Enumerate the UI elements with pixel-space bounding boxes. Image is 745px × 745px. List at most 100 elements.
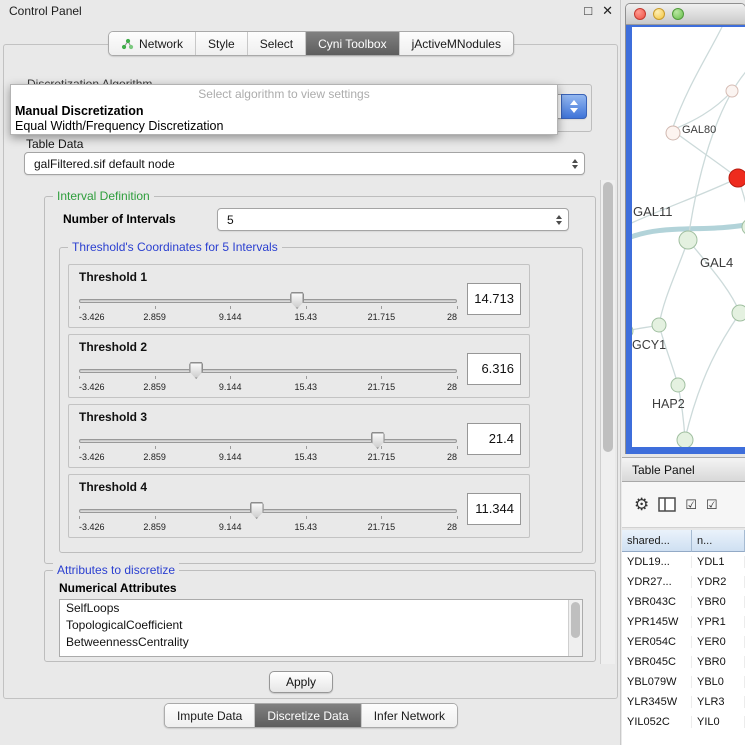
- network-node[interactable]: [632, 324, 633, 338]
- network-node[interactable]: [732, 305, 745, 321]
- slider-track[interactable]: [79, 369, 457, 373]
- numerical-attributes-list[interactable]: SelfLoops TopologicalCoefficient Between…: [59, 599, 583, 657]
- table-data-combobox[interactable]: galFiltered.sif default node: [24, 152, 585, 175]
- slider-thumb[interactable]: [250, 502, 264, 519]
- panel-splitter[interactable]: [620, 0, 621, 745]
- table-cell[interactable]: YDL1: [692, 556, 745, 568]
- scrollbar-thumb[interactable]: [603, 182, 613, 452]
- columns-icon[interactable]: [658, 497, 676, 512]
- table-cell[interactable]: YLR3: [692, 696, 745, 708]
- network-edge: [672, 130, 738, 178]
- threshold-3-slider[interactable]: -3.426 2.859 9.144 15.43 21.715 28: [79, 429, 457, 467]
- network-node-selected[interactable]: [729, 169, 745, 187]
- table-cell[interactable]: YDR2: [692, 576, 745, 588]
- threshold-value-input[interactable]: 11.344: [467, 493, 521, 525]
- table-row[interactable]: YBL079WYBL0: [622, 672, 745, 692]
- scrollbar-thumb[interactable]: [571, 602, 580, 638]
- table-row[interactable]: YDL19...YDL1: [622, 552, 745, 572]
- table-cell[interactable]: YBL079W: [622, 676, 692, 688]
- network-node[interactable]: [726, 85, 738, 97]
- menu-item-manual-discretization[interactable]: Manual Discretization: [11, 104, 557, 119]
- table-row[interactable]: YER054CYER0: [622, 632, 745, 652]
- threshold-4-slider[interactable]: -3.426 2.859 9.144 15.43 21.715 28: [79, 499, 457, 537]
- tick-mark: [155, 516, 156, 519]
- threshold-4-panel: Threshold 4 -3.426 2.859 9.144 15.43 21.…: [68, 474, 530, 538]
- table-cell[interactable]: YDL19...: [622, 556, 692, 568]
- tick-mark: [230, 376, 231, 379]
- table-cell[interactable]: YLR345W: [622, 696, 692, 708]
- panel-scrollbar[interactable]: [600, 180, 615, 664]
- network-node[interactable]: [671, 378, 685, 392]
- network-canvas[interactable]: GAL80 GAL11 GAL4 GCY1 HAP2: [632, 27, 745, 447]
- table-cell[interactable]: YBL0: [692, 676, 745, 688]
- threshold-value-input[interactable]: 6.316: [467, 353, 521, 385]
- network-node[interactable]: [666, 126, 680, 140]
- combo-stepper-icon[interactable]: [561, 94, 587, 119]
- network-node[interactable]: [679, 231, 697, 249]
- table-cell[interactable]: YIL0: [692, 716, 745, 728]
- tab-discretize-data[interactable]: Discretize Data: [255, 704, 361, 727]
- list-item[interactable]: SelfLoops: [60, 600, 582, 617]
- threshold-value-input[interactable]: 21.4: [467, 423, 521, 455]
- table-cell[interactable]: YBR0: [692, 656, 745, 668]
- slider-track[interactable]: [79, 509, 457, 513]
- float-panel-icon[interactable]: □: [584, 3, 592, 19]
- slider-track[interactable]: [79, 439, 457, 443]
- table-cell[interactable]: YER054C: [622, 636, 692, 648]
- zoom-window-icon[interactable]: [672, 8, 684, 20]
- slider-thumb[interactable]: [189, 362, 203, 379]
- table-cell[interactable]: YER0: [692, 636, 745, 648]
- table-row[interactable]: YBR045CYBR0: [622, 652, 745, 672]
- table-data-label: Table Data: [26, 137, 83, 151]
- table-cell[interactable]: YPR145W: [622, 616, 692, 628]
- table-row[interactable]: YPR145WYPR1: [622, 612, 745, 632]
- threshold-value-input[interactable]: 14.713: [467, 283, 521, 315]
- close-panel-icon[interactable]: ✕: [602, 3, 613, 19]
- tab-infer-network[interactable]: Infer Network: [362, 704, 457, 727]
- table-row[interactable]: YIL052CYIL0: [622, 712, 745, 732]
- table-row[interactable]: YLR345WYLR3: [622, 692, 745, 712]
- scale-label: 9.144: [219, 452, 242, 462]
- table-cell[interactable]: YIL052C: [622, 716, 692, 728]
- arrow-up-icon: [570, 100, 578, 105]
- tab-jactivemnodules[interactable]: jActiveMNodules: [400, 32, 513, 55]
- gear-icon[interactable]: ⚙: [634, 496, 649, 513]
- number-of-intervals-combobox[interactable]: 5: [217, 208, 569, 231]
- menu-item-equal-width-frequency[interactable]: Equal Width/Frequency Discretization: [11, 119, 557, 134]
- network-window-titlebar[interactable]: [626, 4, 745, 25]
- slider-thumb[interactable]: [371, 432, 385, 449]
- select-rows-checkbox-icon[interactable]: ☑: [706, 498, 718, 511]
- table-cell[interactable]: YBR0: [692, 596, 745, 608]
- table-cell[interactable]: YPR1: [692, 616, 745, 628]
- tab-cyni-toolbox[interactable]: Cyni Toolbox: [306, 32, 399, 55]
- table-row[interactable]: YBR043CYBR0: [622, 592, 745, 612]
- list-item[interactable]: BetweennessCentrality: [60, 634, 582, 651]
- table-cell[interactable]: YBR045C: [622, 656, 692, 668]
- table-row[interactable]: YDR27...YDR2: [622, 572, 745, 592]
- tab-style[interactable]: Style: [196, 32, 248, 55]
- network-node[interactable]: [652, 318, 666, 332]
- list-scrollbar[interactable]: [568, 600, 582, 656]
- threshold-1-slider[interactable]: -3.426 2.859 9.144 15.43 21.715 28: [79, 289, 457, 327]
- close-window-icon[interactable]: [634, 8, 646, 20]
- tab-impute-data[interactable]: Impute Data: [165, 704, 255, 727]
- column-header[interactable]: shared...: [622, 530, 692, 552]
- column-header[interactable]: n...: [692, 530, 745, 552]
- node-label: GAL4: [700, 255, 733, 270]
- slider-track[interactable]: [79, 299, 457, 303]
- table-cell[interactable]: YBR043C: [622, 596, 692, 608]
- table-cell[interactable]: YDR27...: [622, 576, 692, 588]
- minimize-window-icon[interactable]: [653, 8, 665, 20]
- network-node[interactable]: [677, 432, 693, 447]
- control-panel-title: Control Panel: [9, 4, 82, 18]
- slider-thumb[interactable]: [290, 292, 304, 309]
- list-item[interactable]: TopologicalCoefficient: [60, 617, 582, 634]
- algorithm-dropdown-menu: Select algorithm to view settings Manual…: [10, 84, 558, 135]
- arrow-down-icon: [572, 165, 578, 169]
- tab-select[interactable]: Select: [248, 32, 306, 55]
- select-all-checkbox-icon[interactable]: ☑: [685, 498, 697, 511]
- tab-network[interactable]: Network: [109, 32, 196, 55]
- threshold-2-slider[interactable]: -3.426 2.859 9.144 15.43 21.715 28: [79, 359, 457, 397]
- node-label: GAL11: [633, 204, 673, 219]
- apply-button[interactable]: Apply: [269, 671, 333, 693]
